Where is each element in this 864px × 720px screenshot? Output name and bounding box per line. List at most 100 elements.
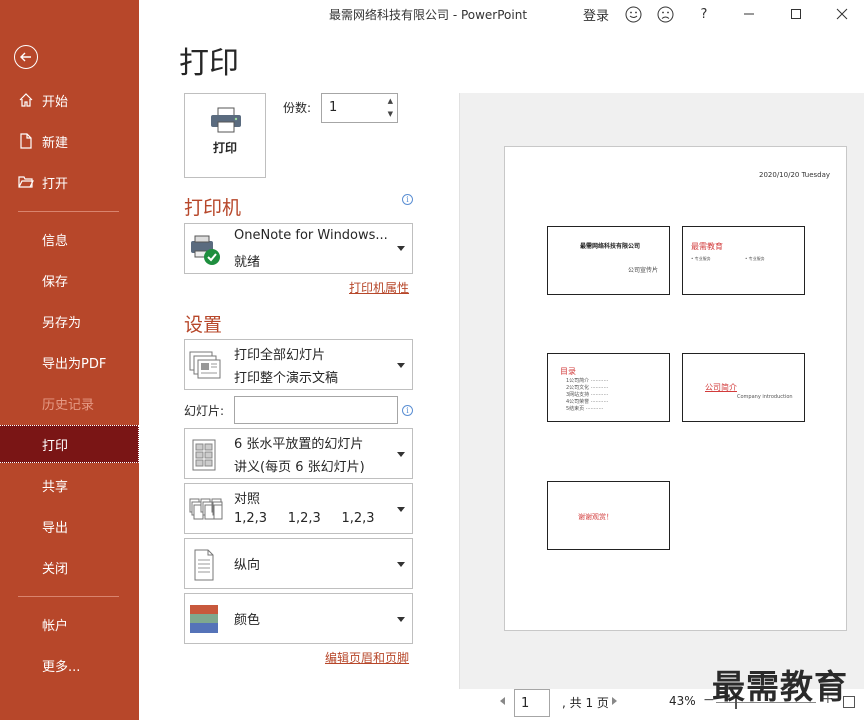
toc-item: 1公司简介 ··········· — [566, 378, 609, 384]
slide-thumbnail-3: 目录 1公司简介 ··········· 2公司文化 ··········· 3… — [547, 353, 670, 422]
info-icon[interactable]: i — [402, 194, 413, 205]
toc-item: 5结束页 ··········· — [566, 406, 604, 412]
frown-icon[interactable] — [655, 4, 675, 24]
print-range-value: 打印全部幻灯片 — [234, 348, 326, 363]
nav-save[interactable]: 保存 — [0, 261, 139, 299]
printer-dropdown[interactable]: OneNote for Windows... 就绪 — [184, 223, 413, 274]
nav-label: 共享 — [42, 479, 69, 495]
current-page: 1 — [521, 696, 530, 711]
zoom-level[interactable]: 43% — [669, 694, 696, 708]
help-icon[interactable]: ? — [694, 4, 714, 24]
orientation-dropdown[interactable]: 纵向 — [184, 538, 413, 589]
nav-close[interactable]: 关闭 — [0, 548, 139, 586]
dropdown-arrow-icon — [397, 617, 405, 622]
minimize-icon[interactable] — [739, 4, 759, 24]
printer-status: 就绪 — [234, 255, 261, 270]
nav-open[interactable]: 打开 — [0, 163, 139, 201]
handout-layout-icon — [192, 439, 216, 471]
nav-label: 导出为PDF — [42, 356, 107, 372]
slides-input[interactable] — [234, 396, 398, 424]
nav-more[interactable]: 更多... — [0, 646, 139, 684]
window-title: 最需网络科技有限公司 - PowerPoint — [329, 8, 528, 22]
layout-value: 6 张水平放置的幻灯片 — [234, 437, 364, 452]
nav-export-pdf[interactable]: 导出为PDF — [0, 343, 139, 381]
dropdown-arrow-icon — [397, 246, 405, 251]
nav-label: 保存 — [42, 274, 69, 290]
slide-title: 最需教育 — [691, 242, 723, 251]
login-link[interactable]: 登录 — [583, 5, 609, 24]
back-arrow-icon[interactable] — [14, 45, 38, 69]
collation-value: 对照 — [234, 492, 261, 507]
settings-section-title: 设置 — [184, 314, 223, 336]
maximize-icon[interactable] — [786, 4, 806, 24]
nav-label: 打印 — [42, 438, 69, 454]
spin-down-icon[interactable]: ▼ — [388, 110, 393, 118]
nav-export[interactable]: 导出 — [0, 507, 139, 545]
new-document-icon — [20, 133, 32, 149]
collation-dropdown[interactable]: 对照 1,2,3 1,2,3 1,2,3 — [184, 483, 413, 534]
nav-label: 打开 — [42, 176, 69, 192]
nav-label: 更多... — [42, 659, 81, 675]
portrait-icon — [194, 549, 214, 581]
next-page-icon[interactable] — [612, 697, 617, 705]
toc-item: 4公司荣誉 ··········· — [566, 399, 609, 405]
dropdown-arrow-icon — [397, 562, 405, 567]
nav-account[interactable]: 帐户 — [0, 605, 139, 643]
collation-description: 1,2,3 1,2,3 1,2,3 — [234, 511, 375, 526]
color-dropdown[interactable]: 颜色 — [184, 593, 413, 644]
layout-dropdown[interactable]: 6 张水平放置的幻灯片 讲义(每页 6 张幻灯片) — [184, 428, 413, 479]
edit-header-footer-link[interactable]: 编辑页眉和页脚 — [325, 649, 409, 666]
nav-save-as[interactable]: 另存为 — [0, 302, 139, 340]
slide-title: 谢谢观赏！ — [578, 513, 613, 521]
nav-separator — [18, 596, 119, 597]
collated-icon — [189, 498, 223, 520]
title-bar: 最需网络科技有限公司 - PowerPoint 登录 ? — [139, 0, 864, 28]
slide-thumbnail-4: 公司简介 Company introduction — [682, 353, 805, 422]
orientation-value: 纵向 — [234, 558, 261, 573]
spin-up-icon[interactable]: ▲ — [388, 97, 393, 105]
smile-icon[interactable] — [623, 4, 643, 24]
info-icon[interactable]: i — [402, 405, 413, 416]
nav-label: 开始 — [42, 94, 69, 110]
watermark: 最需教育 — [712, 667, 848, 706]
copies-label: 份数: — [283, 101, 312, 115]
slide-bullet: • 专业服务 — [745, 256, 765, 261]
printer-icon — [211, 107, 241, 133]
print-button-label: 打印 — [212, 141, 237, 155]
print-range-dropdown[interactable]: 打印全部幻灯片 打印整个演示文稿 — [184, 339, 413, 390]
nav-label: 导出 — [42, 520, 69, 536]
color-value: 颜色 — [234, 613, 261, 628]
copies-value: 1 — [329, 100, 338, 115]
slide-subtitle: 公司宣传片 — [628, 267, 659, 274]
nav-home[interactable]: 开始 — [0, 81, 139, 119]
print-button[interactable]: 打印 — [184, 93, 266, 178]
close-icon[interactable] — [832, 4, 852, 24]
nav-separator — [18, 211, 119, 212]
nav-new[interactable]: 新建 — [0, 122, 139, 160]
nav-label: 新建 — [42, 135, 69, 151]
backstage-sidebar: 开始 新建 打开 信息 保存 另存为 导出为PDF 历史记录 打印 共享 导出 … — [0, 0, 139, 720]
nav-history: 历史记录 — [0, 384, 139, 422]
printer-properties-link[interactable]: 打印机属性 — [349, 279, 409, 296]
nav-info[interactable]: 信息 — [0, 220, 139, 258]
dropdown-arrow-icon — [397, 507, 405, 512]
nav-label: 关闭 — [42, 561, 69, 577]
color-icon — [190, 605, 218, 633]
slide-title: 目录 — [560, 367, 576, 376]
prev-page-icon[interactable] — [500, 697, 505, 705]
printer-name: OneNote for Windows... — [234, 228, 388, 243]
nav-label: 信息 — [42, 233, 69, 249]
copies-stepper[interactable]: 1 ▲ ▼ — [321, 93, 398, 123]
page-number-input[interactable]: 1 — [514, 689, 550, 717]
nav-label: 历史记录 — [42, 397, 95, 413]
printer-ready-icon — [191, 235, 220, 265]
slide-bullet: • 专业服务 — [691, 256, 711, 261]
nav-print[interactable]: 打印 — [0, 425, 139, 463]
total-pages: , 共 1 页 — [562, 696, 609, 710]
preview-date: 2020/10/20 Tuesday — [759, 171, 831, 179]
slide-thumbnail-2: 最需教育 • 专业服务 • 专业服务 — [682, 226, 805, 295]
all-slides-icon — [189, 351, 221, 379]
nav-share[interactable]: 共享 — [0, 466, 139, 504]
slide-thumbnail-5: 谢谢观赏！ — [547, 481, 670, 550]
printer-section-title: 打印机 — [184, 197, 242, 219]
